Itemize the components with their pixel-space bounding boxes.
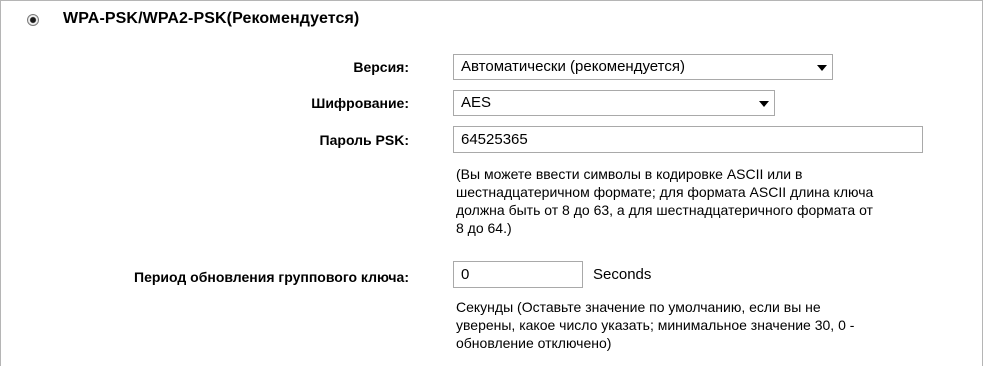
help-line: (Вы можете ввести символы в кодировке AS…: [456, 166, 803, 182]
wpa-psk-radio[interactable]: [27, 14, 39, 26]
wireless-security-panel: WPA-PSK/WPA2-PSK(Рекомендуется) Версия: …: [0, 0, 983, 366]
help-line: уверены, какое число указать; минимально…: [456, 317, 855, 333]
encryption-select[interactable]: AES: [453, 90, 775, 116]
group-key-period-label: Период обновления группового ключа:: [134, 269, 409, 285]
psk-password-help: (Вы можете ввести символы в кодировке AS…: [456, 165, 976, 237]
encryption-select-value: AES: [461, 94, 492, 111]
psk-password-label: Пароль PSK:: [319, 132, 409, 148]
version-label: Версия:: [353, 59, 409, 75]
help-line: 8 до 64.): [456, 220, 512, 236]
chevron-down-icon: [759, 101, 769, 107]
chevron-down-icon: [817, 65, 827, 71]
encryption-label: Шифрование:: [311, 95, 409, 111]
group-key-period-units: Seconds: [593, 266, 652, 283]
group-key-period-input[interactable]: [453, 261, 583, 288]
help-line: должна быть от 8 до 63, а для шестнадцат…: [456, 202, 873, 218]
psk-password-input[interactable]: [453, 126, 923, 153]
group-key-period-help: Секунды (Оставьте значение по умолчанию,…: [456, 298, 976, 352]
wpa-psk-mode-label: WPA-PSK/WPA2-PSK(Рекомендуется): [63, 10, 360, 27]
help-line: обновление отключено): [456, 335, 612, 351]
version-select[interactable]: Автоматически (рекомендуется): [453, 54, 833, 80]
version-select-value: Автоматически (рекомендуется): [461, 58, 685, 75]
help-line: Секунды (Оставьте значение по умолчанию,…: [456, 299, 821, 315]
help-line: шестнадцатеричном формате; для формата A…: [456, 184, 874, 200]
